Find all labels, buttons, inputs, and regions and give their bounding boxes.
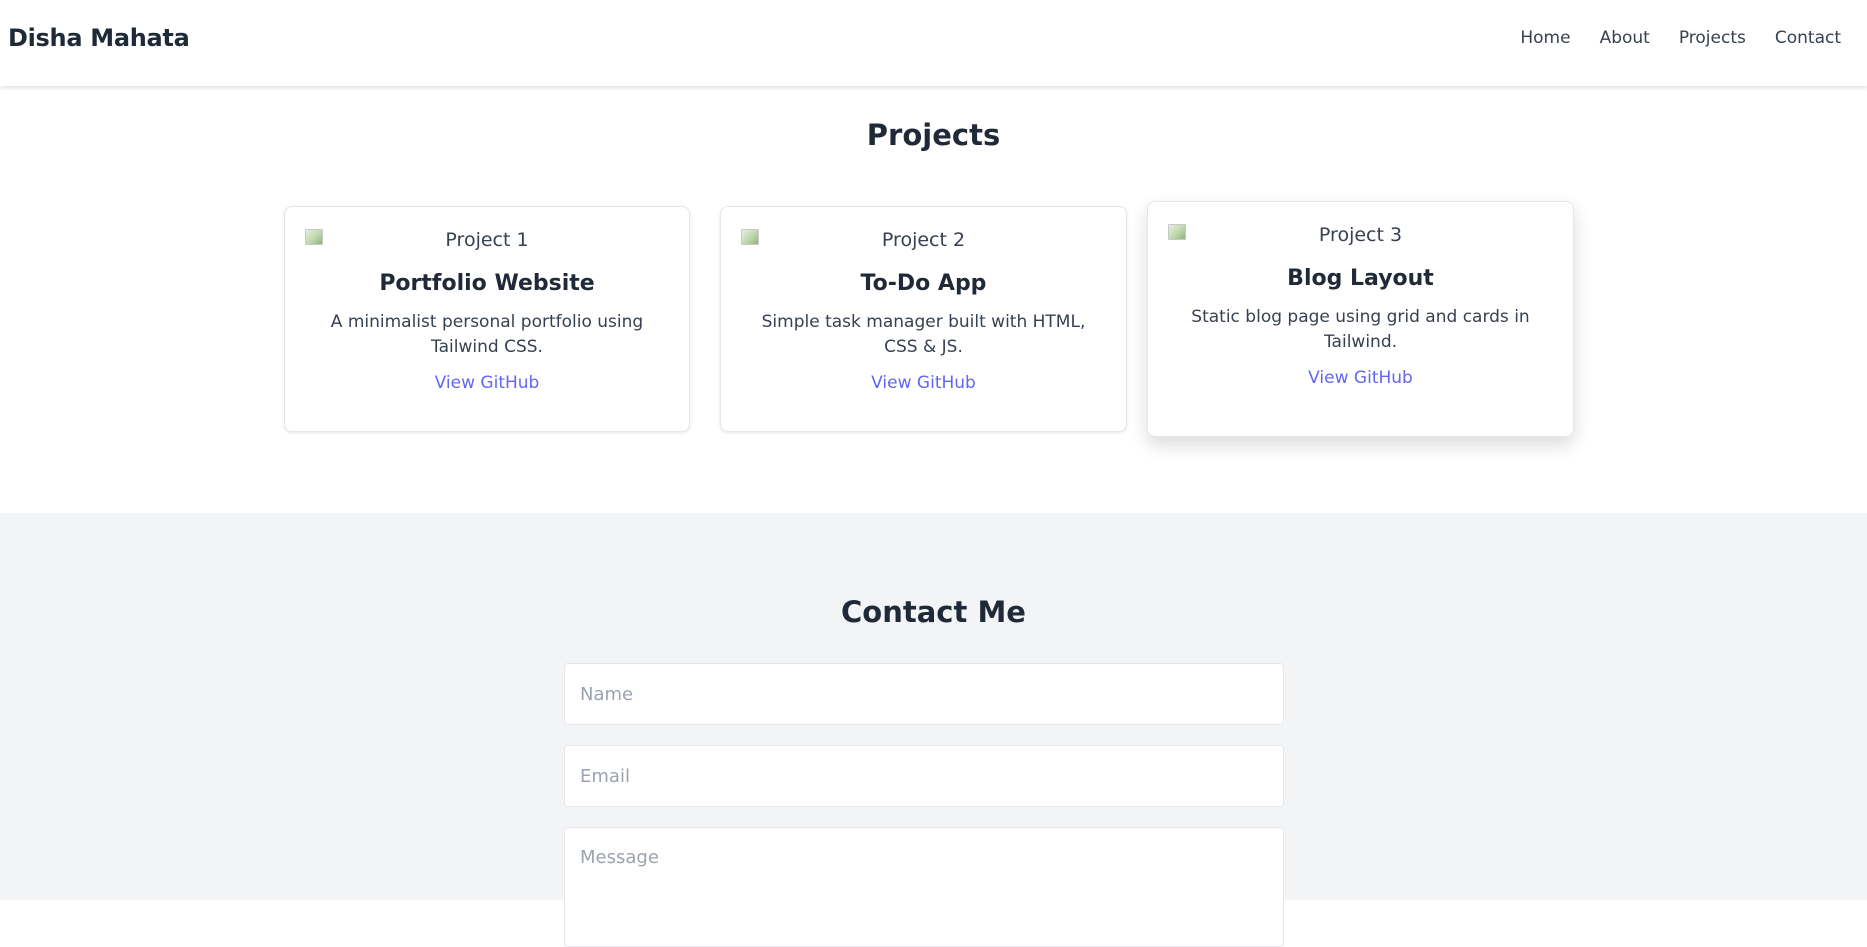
- navbar: Disha Mahata Home About Projects Contact: [0, 0, 1867, 86]
- project-image-1: Project 1: [285, 227, 689, 253]
- project-image-alt: Project 2: [881, 229, 966, 251]
- project-image-2: Project 2: [721, 227, 1126, 253]
- project-title: Portfolio Website: [379, 271, 595, 296]
- nav-link-home[interactable]: Home: [1520, 28, 1570, 48]
- project-image-3: Project 3: [1148, 222, 1573, 248]
- view-github-link-2[interactable]: View GitHub: [871, 373, 976, 393]
- project-card-2: Project 2 To-Do App Simple task manager …: [720, 206, 1127, 432]
- project-description: Simple task manager built with HTML, CSS…: [761, 312, 1086, 357]
- project-image-alt: Project 3: [1318, 224, 1403, 246]
- project-title: Blog Layout: [1287, 266, 1434, 291]
- nav-link-contact[interactable]: Contact: [1775, 28, 1841, 48]
- name-input[interactable]: [564, 663, 1284, 725]
- view-github-link-3[interactable]: View GitHub: [1308, 368, 1413, 388]
- project-card-3: Project 3 Blog Layout Static blog page u…: [1147, 201, 1574, 437]
- nav-links: Home About Projects Contact: [1520, 28, 1841, 48]
- project-description: Static blog page using grid and cards in…: [1191, 307, 1530, 352]
- view-github-link-1[interactable]: View GitHub: [435, 373, 540, 393]
- contact-heading: Contact Me: [841, 595, 1026, 629]
- email-input[interactable]: [564, 745, 1284, 807]
- project-title: To-Do App: [860, 271, 987, 296]
- broken-image-icon: [1168, 224, 1186, 240]
- project-card-1: Project 1 Portfolio Website A minimalist…: [284, 206, 690, 432]
- projects-section: Projects Project 1 Portfolio Website A m…: [0, 86, 1867, 513]
- broken-image-icon: [741, 229, 759, 245]
- contact-section: Contact Me: [0, 513, 1867, 947]
- message-input[interactable]: [564, 827, 1284, 947]
- project-description: A minimalist personal portfolio using Ta…: [330, 312, 644, 357]
- nav-link-about[interactable]: About: [1600, 28, 1650, 48]
- brand-name[interactable]: Disha Mahata: [8, 24, 190, 52]
- project-image-alt: Project 1: [445, 229, 529, 251]
- nav-link-projects[interactable]: Projects: [1679, 28, 1746, 48]
- broken-image-icon: [305, 229, 323, 245]
- projects-heading: Projects: [866, 118, 1001, 152]
